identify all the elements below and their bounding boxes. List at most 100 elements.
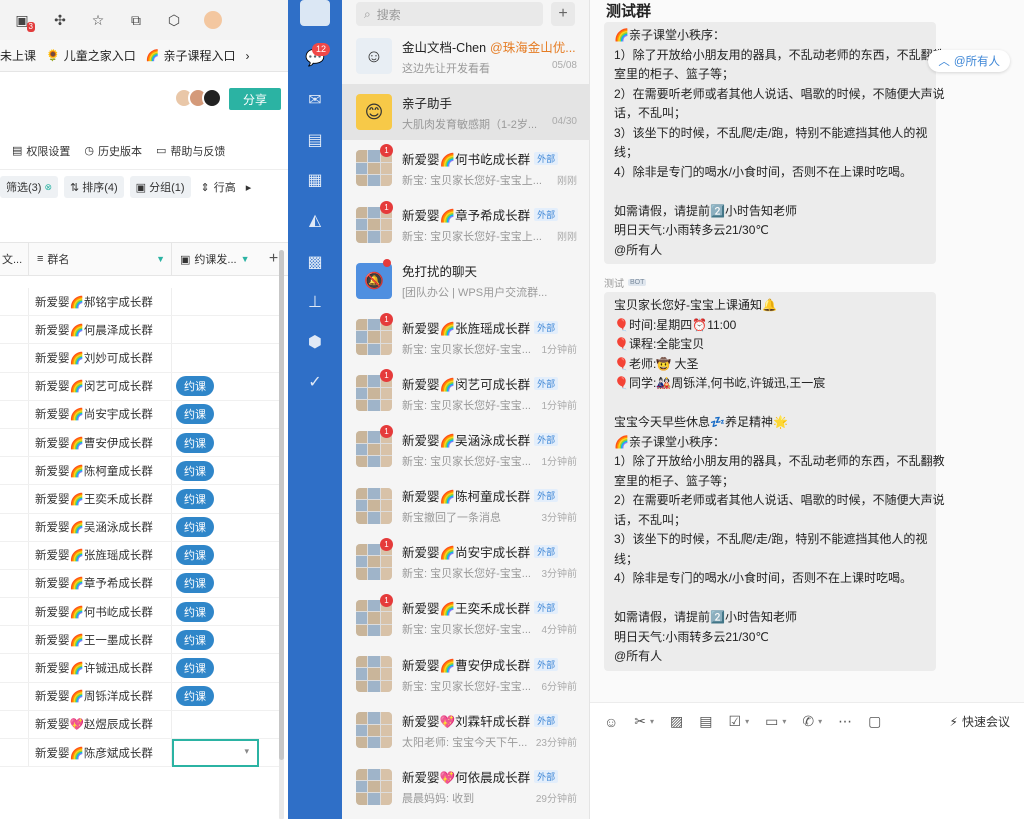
- message-bubble[interactable]: 🌈亲子课堂小秩序： 1）除了开放给小朋友用的器具，不乱动老师的东西，不乱翻教 室里的…: [604, 22, 945, 264]
- row-cell[interactable]: [0, 485, 28, 512]
- gallery-icon[interactable]: ◭: [305, 210, 325, 230]
- row-cell[interactable]: [0, 316, 28, 343]
- group-name-cell[interactable]: 新爱婴🌈张旌瑶成长群: [28, 541, 171, 569]
- sort-button[interactable]: ⇅ 排序(4): [64, 176, 124, 198]
- group-name-cell[interactable]: 新爱婴🌈闵艺可成长群: [28, 372, 171, 400]
- table-row[interactable]: 新爱婴🌈闵艺可成长群 约课: [0, 372, 280, 401]
- collaborator-avatars[interactable]: [174, 88, 222, 108]
- message-bubble[interactable]: 宝贝家长您好-宝宝上课通知🔔 🎈时间:星期四⏰11:00 🎈课程:全能宝贝 🎈老师:🤠…: [604, 292, 945, 671]
- booking-cell[interactable]: 约课: [171, 626, 259, 654]
- permission-settings-button[interactable]: ▤ 权限设置: [12, 143, 70, 159]
- group-name-cell[interactable]: 新爱婴🌈刘妙可成长群: [28, 344, 171, 372]
- group-name-cell[interactable]: 新爱婴🌈何晨泽成长群: [28, 316, 171, 344]
- chat-list-item[interactable]: 1 新爱婴🌈章予希成长群 外部 新宝: 宝贝家长您好-宝宝上... 刚刚: [342, 197, 589, 253]
- folder-icon[interactable]: ▭: [765, 713, 778, 730]
- row-cell[interactable]: [0, 598, 28, 625]
- doc-icon[interactable]: ▤: [699, 713, 712, 730]
- booking-cell[interactable]: 约课: [171, 428, 259, 457]
- booking-cell[interactable]: [171, 316, 259, 344]
- table-row[interactable]: 新爱婴🌈何书屹成长群 约课: [0, 598, 280, 627]
- table-row[interactable]: 新爱婴🌈吴涵泳成长群 约课: [0, 513, 280, 542]
- group-name-cell[interactable]: 新爱婴🌈王奕禾成长群: [28, 485, 171, 513]
- more-icon[interactable]: ⋯: [838, 713, 852, 730]
- row-cell[interactable]: [0, 626, 28, 653]
- chat-list-item[interactable]: 1 新爱婴🌈何书屹成长群 外部 新宝: 宝贝家长您好-宝宝上... 刚刚: [342, 140, 589, 196]
- chat-list-item[interactable]: 1 新爱婴🌈尚安宇成长群 外部 新宝: 宝贝家长您好-宝宝... 3分钟前: [342, 534, 589, 590]
- chevron-right-icon[interactable]: ›: [245, 49, 249, 63]
- table-row[interactable]: 新爱婴🌈许铖迅成长群 约课: [0, 654, 280, 683]
- bookmark-0[interactable]: 未上课: [0, 47, 36, 64]
- group-name-cell[interactable]: 新爱婴🌈许铖迅成长群: [28, 654, 171, 682]
- table-row[interactable]: 新爱婴🌈王奕禾成长群 约课: [0, 485, 280, 514]
- org-chart-icon[interactable]: ⊥: [305, 292, 325, 312]
- shield-icon[interactable]: ⬡: [166, 12, 182, 28]
- vertical-scrollbar[interactable]: [279, 250, 284, 819]
- phone-icon[interactable]: ✆: [802, 713, 814, 730]
- row-cell[interactable]: [0, 542, 28, 569]
- booking-cell[interactable]: 约课: [171, 400, 259, 428]
- group-name-cell[interactable]: 新爱婴🌈陈彦斌成长群: [28, 739, 171, 767]
- share-button[interactable]: 分享: [229, 88, 281, 110]
- table-row[interactable]: 新爱婴🌈刘妙可成长群: [0, 344, 280, 373]
- task-icon[interactable]: ☑: [729, 713, 742, 730]
- bookmark-1[interactable]: 🌻 儿童之家入口: [46, 47, 136, 64]
- group-name-cell[interactable]: 新爱婴🌈郝铭宇成长群: [28, 288, 171, 316]
- chevron-down-icon[interactable]: ▾: [818, 717, 822, 726]
- chevron-down-icon[interactable]: ▾: [650, 717, 654, 726]
- chat-list-item[interactable]: 1 新爱婴🌈张旌瑶成长群 外部 新宝: 宝贝家长您好-宝宝... 1分钟前: [342, 309, 589, 365]
- history-button[interactable]: ◷ 历史版本: [84, 143, 142, 159]
- collections-icon[interactable]: ⧉: [128, 12, 144, 28]
- group-name-cell[interactable]: 新爱婴🌈曹安伊成长群: [28, 428, 171, 457]
- booking-cell[interactable]: 约课: [171, 569, 259, 598]
- more-apps-icon[interactable]: ✓: [305, 372, 325, 392]
- chat-list-item[interactable]: 1 新爱婴🌈吴涵泳成长群 外部 新宝: 宝贝家长您好-宝宝... 1分钟前: [342, 421, 589, 477]
- table-row[interactable]: 新爱婴🌈尚安宇成长群 约课: [0, 400, 280, 429]
- group-button[interactable]: ▣ 分组(1): [129, 176, 191, 198]
- scrollbar-thumb[interactable]: [279, 250, 284, 760]
- booking-cell[interactable]: 约课: [171, 654, 259, 682]
- docs-icon[interactable]: ▤: [305, 130, 325, 150]
- bookmark-2[interactable]: 🌈 亲子课程入口: [146, 47, 236, 64]
- close-icon[interactable]: ⊗: [44, 182, 52, 193]
- booking-cell[interactable]: 约课: [171, 682, 259, 710]
- table-row[interactable]: 新爱婴🌈章予希成长群 约课: [0, 569, 280, 599]
- table-row[interactable]: 新爱婴🌈陈彦斌成长群: [0, 738, 280, 768]
- chat-list-item[interactable]: 1 新爱婴🌈闵艺可成长群 外部 新宝: 宝贝家长您好-宝宝... 1分钟前: [342, 365, 589, 421]
- booking-cell[interactable]: 约课: [171, 372, 259, 400]
- emoji-icon[interactable]: ☺: [604, 714, 618, 730]
- table-row[interactable]: 新爱婴🌈王一墨成长群 约课: [0, 626, 280, 655]
- chat-list-item[interactable]: 😊 亲子助手 大肌肉发育敏感期（1-2岁... 04/30: [342, 84, 589, 141]
- row-height-button[interactable]: ⇕ 行高: [197, 179, 236, 195]
- profile-avatar[interactable]: [204, 11, 222, 29]
- image-icon[interactable]: ▨: [670, 713, 683, 730]
- mail-icon[interactable]: ✉: [305, 90, 325, 110]
- column-header-booking[interactable]: ▣ 约课发... ▼: [171, 243, 259, 275]
- chevron-down-icon[interactable]: ▾: [782, 717, 786, 726]
- row-cell[interactable]: [0, 739, 28, 766]
- group-name-cell[interactable]: 新爱婴💖赵煜辰成长群: [28, 710, 171, 738]
- row-cell[interactable]: [0, 401, 28, 428]
- selected-cell-dropdown[interactable]: [172, 738, 259, 767]
- chat-list-item[interactable]: 🔕 免打扰的聊天 [团队办公 | WPS用户交流群...: [342, 253, 589, 309]
- chat-list-item[interactable]: ☺ 金山文档-Chen @珠海金山优... 这边先让开发看看 05/08: [342, 28, 589, 84]
- group-name-cell[interactable]: 新爱婴🌈周铄洋成长群: [28, 682, 171, 710]
- chat-list-item[interactable]: 新爱婴💖刘霖轩成长群 外部 太阳老师: 宝宝今天下午... 23分钟前: [342, 702, 589, 758]
- booking-cell[interactable]: [171, 738, 259, 767]
- row-cell[interactable]: [0, 344, 28, 371]
- filter-button[interactable]: 筛选(3) ⊗: [0, 176, 58, 198]
- chat-list-item[interactable]: 1 新爱婴🌈王奕禾成长群 外部 新宝: 宝贝家长您好-宝宝... 4分钟前: [342, 590, 589, 646]
- row-cell[interactable]: [0, 429, 28, 456]
- chevron-down-icon[interactable]: ▾: [745, 717, 749, 726]
- filter-icon[interactable]: ▼: [156, 254, 165, 264]
- at-all-button[interactable]: ︿ @所有人: [928, 50, 1010, 72]
- help-feedback-button[interactable]: ▭ 帮助与反馈: [156, 143, 225, 159]
- group-name-cell[interactable]: 新爱婴🌈章予希成长群: [28, 569, 171, 598]
- feedback-icon[interactable]: ▢: [868, 713, 881, 730]
- table-row[interactable]: 新爱婴🌈郝铭宇成长群: [0, 288, 280, 317]
- calendar-icon[interactable]: ▦: [305, 170, 325, 190]
- apps-icon[interactable]: ▩: [305, 252, 325, 272]
- booking-cell[interactable]: 约课: [171, 541, 259, 569]
- booking-cell[interactable]: [171, 344, 259, 372]
- group-name-cell[interactable]: 新爱婴🌈何书屹成长群: [28, 598, 171, 626]
- row-cell[interactable]: [0, 654, 28, 681]
